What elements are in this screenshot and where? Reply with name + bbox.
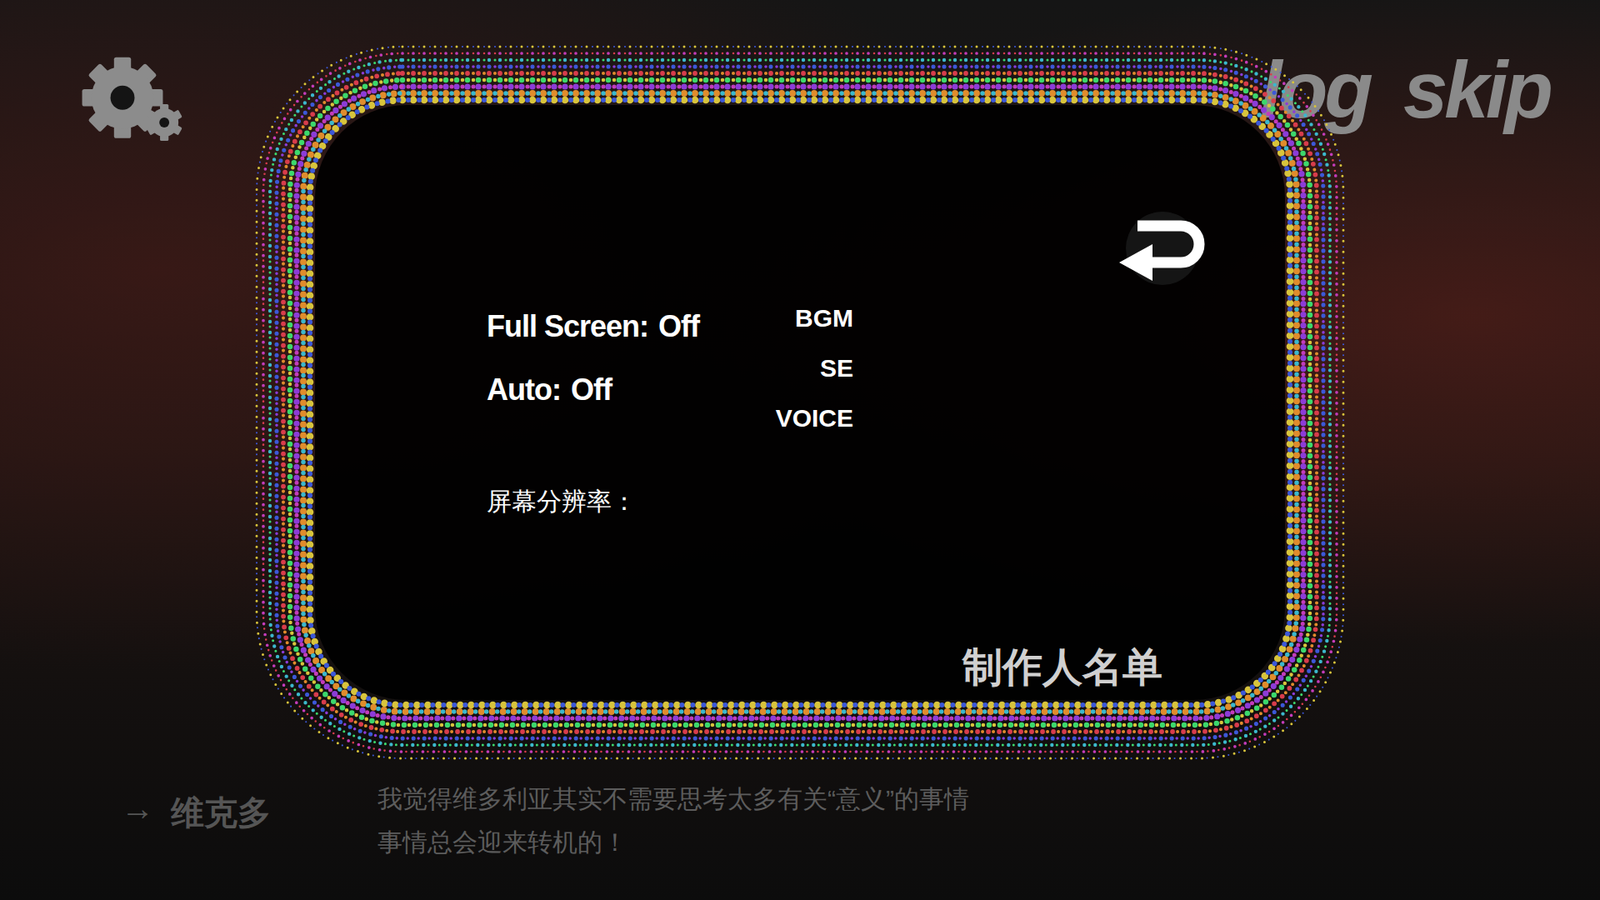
hud-buttons: logskip <box>1260 45 1550 135</box>
dotted-frame <box>250 40 1350 765</box>
dialogue-line: 我觉得维多利亚其实不需要思考太多有关“意义”的事情 <box>377 783 970 815</box>
speaker-arrow: → <box>120 790 155 859</box>
hud-button[interactable]: skip <box>1403 45 1550 135</box>
credits-button[interactable]: 制作人名单 <box>962 642 1163 693</box>
volume-label: VOICE <box>775 402 854 435</box>
game-screen: logskip →维克多我觉得维多利亚其实不需要思考太多有关“意义”的事情事情总会… <box>0 0 1600 900</box>
volume-label: SE <box>820 352 854 385</box>
speaker-name: →维克多 <box>120 783 378 859</box>
toggle-option[interactable]: Full Screen:Off <box>486 307 729 346</box>
dialogue-box: →维克多我觉得维多利亚其实不需要思考太多有关“意义”的事情事情总会迎来转机的！ <box>0 783 1600 900</box>
dialogue-line: 事情总会迎来转机的！ <box>377 826 970 859</box>
resolution-label: 屏幕分辨率： <box>486 485 1350 518</box>
settings-gear-icon[interactable] <box>51 37 194 151</box>
settings-dialog: Full Screen:Off Auto:Off BGM SE VOICE 屏幕分辨率： 制… <box>250 40 1350 765</box>
return-arrow-icon[interactable] <box>1112 210 1213 286</box>
toggle-option[interactable]: Auto:Off <box>486 370 729 410</box>
volume-label: BGM <box>795 302 854 335</box>
